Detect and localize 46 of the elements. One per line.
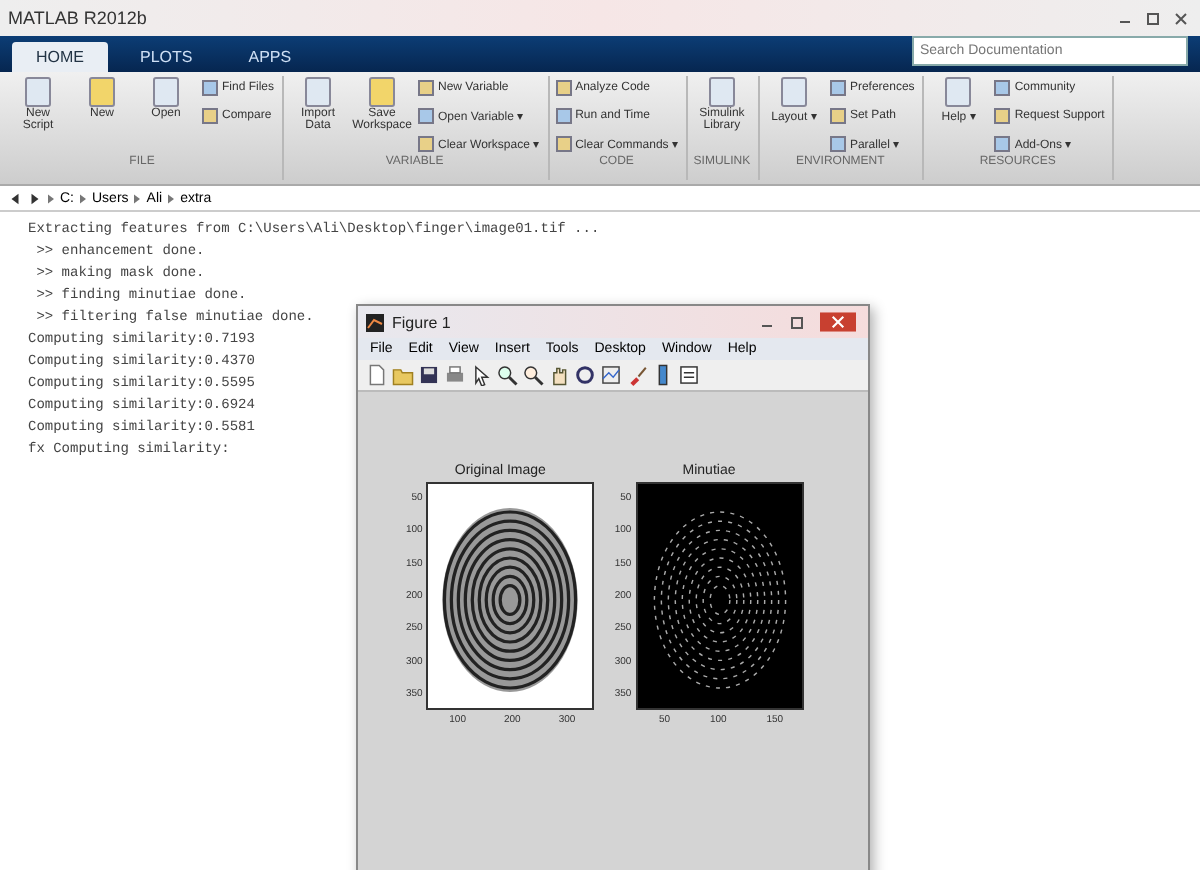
maximize-icon[interactable] [1146,11,1160,25]
document-icon [302,76,335,108]
window-title: Figure 1 [392,313,453,331]
chevron-icon [168,193,175,203]
close-icon[interactable] [820,312,856,332]
figure-icon [366,313,384,331]
zoom-out-icon[interactable] [522,364,544,386]
document-icon [942,76,975,108]
square-icon [829,136,846,152]
square-icon [555,108,572,124]
data-cursor-icon[interactable] [600,364,622,386]
ribbon-tab[interactable]: APPS [224,42,316,72]
chevron-icon [48,193,54,203]
square-icon [994,136,1011,152]
square-icon [555,80,572,96]
brush-icon[interactable] [626,364,648,386]
pan-icon[interactable] [548,364,570,386]
chevron-icon [134,193,141,203]
save-icon[interactable] [418,364,440,386]
square-icon [202,80,218,96]
zoom-in-icon[interactable] [496,364,518,386]
document-icon [150,76,182,108]
document-icon [777,76,810,108]
print-icon[interactable] [444,364,466,386]
square-icon [418,108,435,124]
maximize-icon[interactable] [790,315,804,329]
square-icon [829,80,846,96]
document-icon [22,76,54,108]
ribbon-tab[interactable]: HOME [12,42,108,72]
square-icon [202,108,218,124]
square-icon [994,108,1011,124]
forward-icon[interactable] [28,191,42,205]
document-icon [705,76,738,108]
square-icon [418,136,435,152]
chevron-icon [80,193,86,203]
pointer-icon[interactable] [470,364,492,386]
window-title: MATLAB R2012b [8,8,147,28]
legend-icon[interactable] [678,364,700,386]
close-icon[interactable] [1174,11,1188,25]
square-icon [418,80,435,96]
square-icon [829,108,846,124]
square-icon [555,136,572,152]
back-icon[interactable] [8,191,22,205]
ribbon-tab[interactable]: PLOTS [116,42,217,72]
square-icon [994,80,1011,96]
new-file-icon[interactable] [366,364,388,386]
